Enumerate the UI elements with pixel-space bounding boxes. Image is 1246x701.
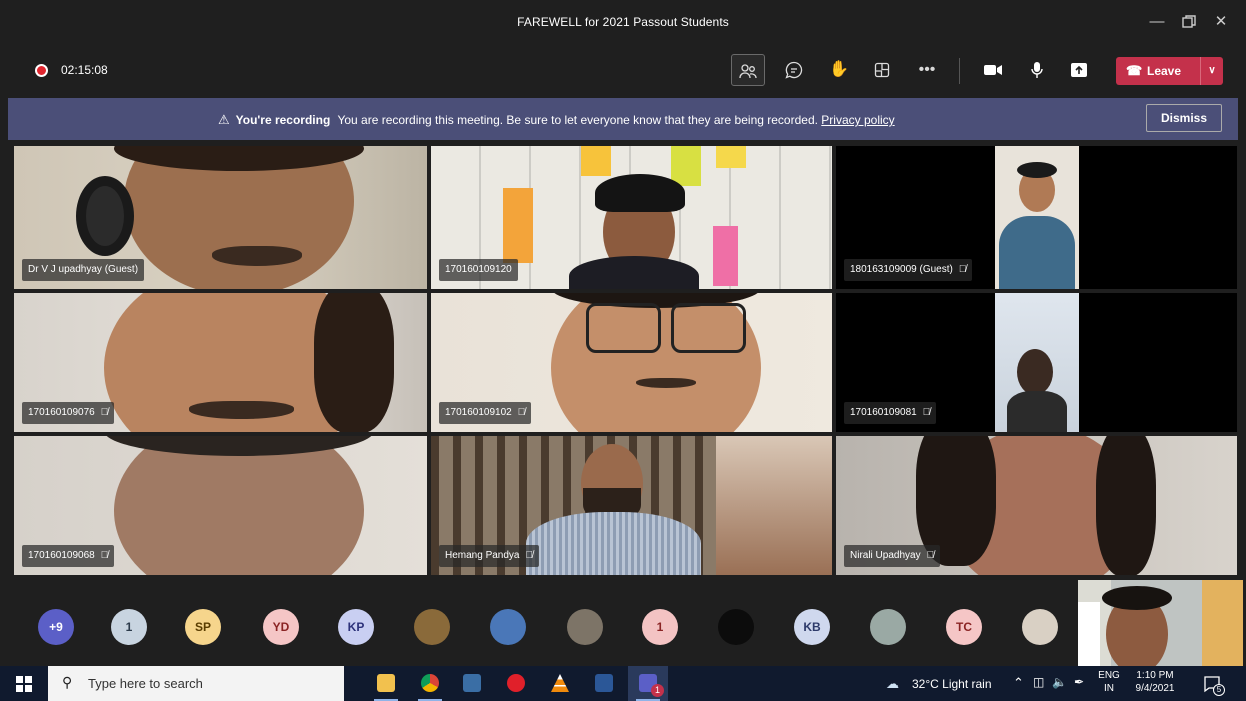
recording-indicator-icon <box>35 64 48 77</box>
avatar[interactable]: TC <box>946 609 982 645</box>
video-tile[interactable]: Hemang Pandya 🎙̸ <box>431 436 832 575</box>
toolbar-divider <box>959 58 960 84</box>
mic-off-icon: 🎙̸ <box>517 407 526 418</box>
teams-meeting-window: FAREWELL for 2021 Passout Students — ✕ 0… <box>0 0 1246 701</box>
recording-banner: ⚠ You're recording You are recording this… <box>8 98 1238 140</box>
title-bar: FAREWELL for 2021 Passout Students — ✕ <box>0 0 1246 44</box>
teams-icon[interactable]: 1 <box>628 666 668 701</box>
word-icon[interactable] <box>584 666 624 701</box>
mic-off-icon: 🎙̸ <box>922 407 931 418</box>
avatar-photo[interactable] <box>567 609 603 645</box>
rooms-icon[interactable] <box>865 54 899 86</box>
participant-name: 170160109076 🎙̸ <box>22 402 115 424</box>
avatar-photo[interactable] <box>870 609 906 645</box>
network-icon[interactable]: ◫ <box>1033 675 1044 701</box>
maximize-icon[interactable] <box>1175 8 1203 36</box>
avatar-photo[interactable] <box>414 609 450 645</box>
lang-top: ENG <box>1098 670 1120 681</box>
people-icon[interactable] <box>731 54 765 86</box>
video-tile[interactable]: 170160109068 🎙̸ <box>14 436 427 575</box>
hang-up-icon: ☎ <box>1126 63 1143 78</box>
participant-name: 170160109081 🎙̸ <box>844 402 937 424</box>
avatar[interactable]: 1 <box>111 609 147 645</box>
avatar[interactable]: 1 <box>642 609 678 645</box>
recording-title: You're recording <box>235 113 331 127</box>
weather-text: 32°C Light rain <box>912 677 992 691</box>
more-icon[interactable]: ••• <box>910 54 944 86</box>
windows-taskbar: ⚲ Type here to search 1 ☁ 32°C Light rai… <box>0 666 1246 701</box>
video-tile[interactable]: 170160109102 🎙̸ <box>431 293 832 432</box>
leave-button[interactable]: ☎ Leave ∨ <box>1116 57 1223 85</box>
mic-off-icon: 🎙̸ <box>926 550 935 561</box>
recording-text: You are recording this meeting. Be sure … <box>337 113 818 127</box>
cloud-rain-icon: ☁ <box>886 676 899 691</box>
participant-name: 170160109068 🎙̸ <box>22 545 115 567</box>
opera-icon[interactable] <box>496 666 536 701</box>
avatar[interactable]: YD <box>263 609 299 645</box>
search-placeholder: Type here to search <box>88 676 203 691</box>
minimize-icon[interactable]: — <box>1143 8 1171 36</box>
avatar[interactable]: +9 <box>38 609 74 645</box>
participant-name: Nirali Upadhyay 🎙̸ <box>844 545 941 567</box>
meeting-timer: 02:15:08 <box>61 63 108 77</box>
video-tile[interactable]: Nirali Upadhyay 🎙̸ <box>836 436 1237 575</box>
participant-name: 170160109102 🎙̸ <box>439 402 532 424</box>
close-icon[interactable]: ✕ <box>1207 8 1235 36</box>
share-icon[interactable] <box>1062 54 1096 86</box>
search-icon: ⚲ <box>62 674 73 690</box>
taskbar-search-input[interactable]: ⚲ Type here to search <box>48 666 344 701</box>
mic-icon[interactable] <box>1020 54 1054 86</box>
privacy-policy-link[interactable]: Privacy policy <box>821 113 894 127</box>
calculator-icon[interactable] <box>452 666 492 701</box>
avatar[interactable]: KP <box>338 609 374 645</box>
avatar-photo[interactable] <box>718 609 754 645</box>
participant-name: Dr V J upadhyay (Guest) <box>22 259 145 281</box>
notifications-icon[interactable]: 5 <box>1200 672 1225 696</box>
teams-badge: 1 <box>651 684 664 697</box>
avatar-photo[interactable] <box>1022 609 1058 645</box>
avatar-photo[interactable] <box>490 609 526 645</box>
recording-message: ⚠ You're recording You are recording this… <box>218 112 895 128</box>
notification-count: 5 <box>1213 684 1225 696</box>
leave-label: Leave <box>1147 64 1182 78</box>
chevron-up-icon[interactable]: ⌃ <box>1013 675 1024 701</box>
avatar[interactable]: SP <box>185 609 221 645</box>
windows-start-icon[interactable] <box>0 666 48 701</box>
video-tile[interactable]: Dr V J upadhyay (Guest) <box>14 146 427 289</box>
self-view-video[interactable] <box>1078 580 1243 666</box>
lang-bottom: IN <box>1104 683 1114 694</box>
avatar[interactable]: KB <box>794 609 830 645</box>
video-tile[interactable]: 170160109120 <box>431 146 832 289</box>
warning-icon: ⚠ <box>218 112 230 127</box>
vlc-icon[interactable] <box>540 666 580 701</box>
window-title: FAREWELL for 2021 Passout Students <box>517 15 729 29</box>
video-tile[interactable]: 170160109081 🎙̸ <box>836 293 1237 432</box>
participant-strip: +9 1 SP YD KP 1 KB TC <box>0 580 1246 666</box>
pen-icon[interactable]: ✒ <box>1074 675 1084 701</box>
language-indicator[interactable]: ENG IN <box>1096 666 1122 701</box>
camera-icon[interactable] <box>976 54 1010 86</box>
mic-off-icon: 🎙̸ <box>525 550 534 561</box>
raise-hand-icon[interactable]: ✋ <box>822 54 856 86</box>
participant-name: Hemang Pandya 🎙̸ <box>439 545 539 567</box>
mic-off-icon: 🎙̸ <box>100 550 109 561</box>
video-tile[interactable]: 170160109076 🎙̸ <box>14 293 427 432</box>
mic-off-icon: 🎙̸ <box>958 264 967 275</box>
chat-icon[interactable] <box>777 54 811 86</box>
dismiss-button[interactable]: Dismiss <box>1146 104 1222 132</box>
clock-time: 1:10 PM <box>1136 670 1174 681</box>
chevron-down-icon[interactable]: ∨ <box>1200 57 1223 85</box>
participant-name: 170160109120 <box>439 259 518 281</box>
mic-off-icon: 🎙̸ <box>100 407 109 418</box>
file-explorer-icon[interactable] <box>366 666 406 701</box>
volume-icon[interactable]: 🔈 <box>1052 675 1067 701</box>
chrome-icon[interactable] <box>410 666 450 701</box>
meeting-toolbar: 02:15:08 ✋ ••• ☎ Leave ∨ <box>0 44 1246 96</box>
clock[interactable]: 1:10 PM 9/4/2021 <box>1127 666 1183 701</box>
video-tile[interactable]: 180163109009 (Guest) 🎙̸ <box>836 146 1237 289</box>
clock-date: 9/4/2021 <box>1135 683 1175 694</box>
participant-name: 180163109009 (Guest) 🎙̸ <box>844 259 973 281</box>
